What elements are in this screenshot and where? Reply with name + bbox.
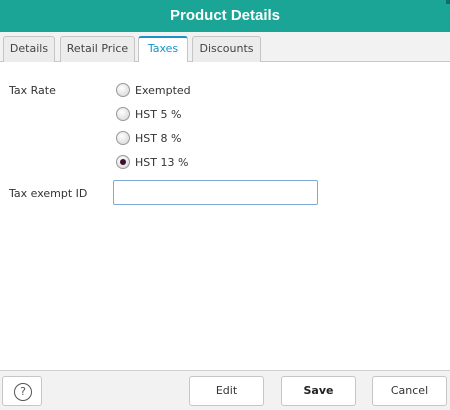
radio-label: Exempted xyxy=(135,83,191,97)
help-icon: ? xyxy=(14,383,32,401)
dialog-title: Product Details xyxy=(169,7,281,24)
tax-rate-label: Tax Rate xyxy=(9,84,56,97)
cancel-button[interactable]: Cancel xyxy=(372,376,447,406)
tab-discounts[interactable]: Discounts xyxy=(192,36,261,62)
radio-button[interactable] xyxy=(116,83,130,97)
radio-button[interactable] xyxy=(116,131,130,145)
radio-button[interactable] xyxy=(116,107,130,121)
tab-details[interactable]: Details xyxy=(3,36,55,62)
tab-bar: Details Retail Price Taxes Discounts xyxy=(0,32,450,63)
tab-taxes[interactable]: Taxes xyxy=(138,36,188,63)
save-button[interactable]: Save xyxy=(281,376,356,406)
radio-button-selected[interactable] xyxy=(116,155,130,169)
tab-retail-price[interactable]: Retail Price xyxy=(60,36,135,62)
radio-option-hst-13[interactable]: HST 13 % xyxy=(116,154,188,170)
dialog-footer: ? Edit Save Cancel xyxy=(0,370,450,410)
edit-button[interactable]: Edit xyxy=(189,376,264,406)
dialog-title-bar: Product Details xyxy=(0,0,450,32)
tax-exempt-id-label: Tax exempt ID xyxy=(9,187,88,200)
title-bar-corner xyxy=(446,0,450,4)
radio-label: HST 8 % xyxy=(135,131,182,145)
radio-label: HST 13 % xyxy=(135,155,189,169)
radio-option-exempted[interactable]: Exempted xyxy=(116,82,191,98)
taxes-panel: Tax Rate Exempted HST 5 % HST 8 % HST 13… xyxy=(0,62,450,370)
radio-option-hst-5[interactable]: HST 5 % xyxy=(116,106,181,122)
tax-exempt-id-input[interactable] xyxy=(113,180,318,205)
help-button[interactable]: ? xyxy=(2,376,42,406)
radio-option-hst-8[interactable]: HST 8 % xyxy=(116,130,181,146)
radio-label: HST 5 % xyxy=(135,107,182,121)
